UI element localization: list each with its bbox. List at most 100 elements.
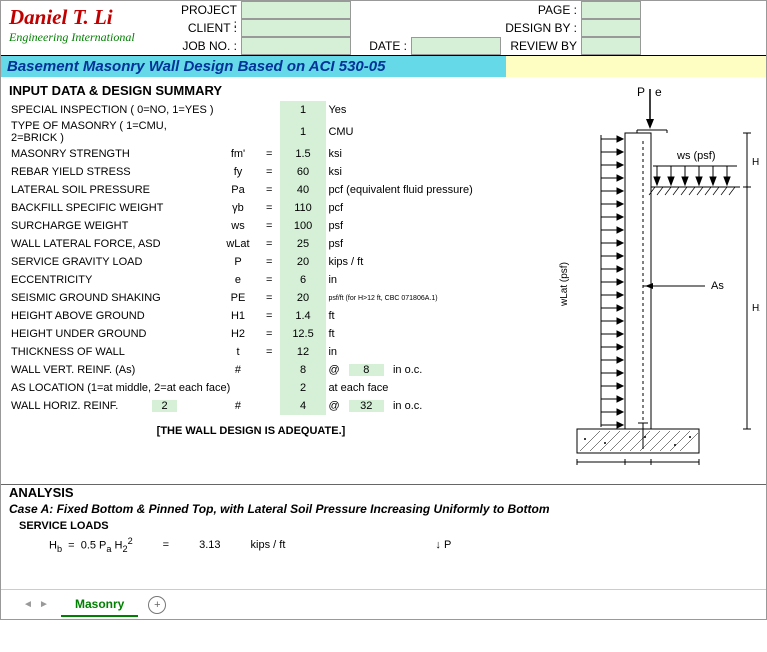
header-fields: PROJECT : PAGE : CLIENT : DESIGN BY : JO…	[171, 1, 766, 55]
tab-prev-icon[interactable]: ◄	[21, 599, 35, 610]
row-label: BACKFILL SPECIFIC WEIGHT	[9, 199, 217, 217]
row-label: SERVICE GRAVITY LOAD	[9, 253, 217, 271]
row-value[interactable]: 12	[280, 343, 327, 361]
row-value[interactable]: 100	[280, 217, 327, 235]
company-subtitle: Engineering International	[9, 30, 163, 45]
row-unit: psf	[326, 235, 493, 253]
adequacy-note: [THE WALL DESIGN IS ADEQUATE.]	[9, 425, 493, 437]
input-row: HEIGHT UNDER GROUNDH2=12.5ft	[9, 325, 493, 343]
date-label: DATE :	[351, 37, 411, 55]
designby-label: DESIGN BY :	[501, 19, 581, 37]
diagram-e-label: e	[655, 85, 662, 99]
row-value[interactable]: 40	[280, 181, 327, 199]
diagram-h2-label: H2	[752, 303, 760, 314]
row-label: REBAR YIELD STRESS	[9, 163, 217, 181]
input-row: TYPE OF MASONRY ( 1=CMU, 2=BRICK ) 1CMU	[9, 119, 493, 145]
company-name: Daniel T. Li	[9, 5, 163, 30]
row-unit: psf	[326, 217, 493, 235]
row-symbol: Pa	[217, 181, 259, 199]
row-value[interactable]: 1.4	[280, 307, 327, 325]
tab-next-icon[interactable]: ►	[37, 599, 51, 610]
diagram-p-label: P	[637, 85, 645, 99]
row-symbol	[217, 119, 259, 145]
input-row: THICKNESS OF WALLt=12in	[9, 343, 493, 361]
hb-row: Hb = 0.5 Pa H22 = 3.13 kips / ft ↓ P	[49, 536, 758, 554]
row-symbol: ws	[217, 217, 259, 235]
page-label: PAGE :	[501, 1, 581, 19]
diagram-ws-label: ws (psf)	[676, 150, 716, 162]
input-heading: INPUT DATA & DESIGN SUMMARY	[9, 83, 493, 98]
project-input[interactable]	[241, 1, 351, 19]
project-label: PROJECT :	[171, 1, 241, 19]
row-value[interactable]: 20	[280, 289, 327, 307]
hb-value: 3.13	[199, 539, 220, 551]
input-row: SEISMIC GROUND SHAKINGPE=20psf/ft (for H…	[9, 289, 493, 307]
row-symbol: fm'	[217, 145, 259, 163]
service-loads-heading: SERVICE LOADS	[19, 520, 758, 532]
row-as-location: AS LOCATION (1=at middle, 2=at each face…	[9, 379, 493, 397]
row-label: WALL LATERAL FORCE, ASD	[9, 235, 217, 253]
row-symbol	[217, 101, 259, 119]
jobno-input[interactable]	[241, 37, 351, 55]
row-unit: ft	[326, 325, 493, 343]
row-unit: in	[326, 271, 493, 289]
row-label: HEIGHT ABOVE GROUND	[9, 307, 217, 325]
analysis-heading: ANALYSIS	[9, 485, 758, 500]
input-row: LATERAL SOIL PRESSUREPa=40pcf (equivalen…	[9, 181, 493, 199]
title-bar: Basement Masonry Wall Design Based on AC…	[1, 56, 766, 77]
row-value[interactable]: 1.5	[280, 145, 327, 163]
input-row: REBAR YIELD STRESSfy=60ksi	[9, 163, 493, 181]
input-row: ECCENTRICITYe=6in	[9, 271, 493, 289]
row-value[interactable]: 60	[280, 163, 327, 181]
row-label: LATERAL SOIL PRESSURE	[9, 181, 217, 199]
row-label: MASONRY STRENGTH	[9, 145, 217, 163]
page-title: Basement Masonry Wall Design Based on AC…	[1, 56, 506, 77]
header: Daniel T. Li Engineering International P…	[1, 1, 766, 56]
row-unit: Yes	[326, 101, 493, 119]
tab-add-button[interactable]: +	[148, 596, 166, 614]
client-input[interactable]	[241, 19, 351, 37]
row-value[interactable]: 6	[280, 271, 327, 289]
date-input[interactable]	[411, 37, 501, 55]
row-symbol: P	[217, 253, 259, 271]
input-row: WALL LATERAL FORCE, ASDwLat=25psf	[9, 235, 493, 253]
row-value[interactable]: 110	[280, 199, 327, 217]
input-row: MASONRY STRENGTHfm'=1.5ksi	[9, 145, 493, 163]
page-input[interactable]	[581, 1, 641, 19]
row-unit: CMU	[326, 119, 493, 145]
row-label: SPECIAL INSPECTION ( 0=NO, 1=YES )	[9, 101, 217, 119]
title-right-pad	[506, 56, 766, 77]
input-row: BACKFILL SPECIFIC WEIGHTγb=110pcf	[9, 199, 493, 217]
row-symbol: H1	[217, 307, 259, 325]
row-value[interactable]: 25	[280, 235, 327, 253]
diagram-as-label: As	[711, 280, 724, 292]
row-value[interactable]: 1	[280, 101, 327, 119]
row-symbol: e	[217, 271, 259, 289]
row-label: THICKNESS OF WALL	[9, 343, 217, 361]
tab-masonry[interactable]: Masonry	[61, 593, 138, 617]
row-label: HEIGHT UNDER GROUND	[9, 325, 217, 343]
case-a-title: Case A: Fixed Bottom & Pinned Top, with …	[9, 502, 758, 516]
row-symbol: γb	[217, 199, 259, 217]
row-symbol: t	[217, 343, 259, 361]
reviewby-input[interactable]	[581, 37, 641, 55]
row-value[interactable]: 12.5	[280, 325, 327, 343]
designby-input[interactable]	[581, 19, 641, 37]
sheet-tabs: ◄ ► Masonry +	[1, 589, 766, 619]
row-symbol: H2	[217, 325, 259, 343]
row-unit: ft	[326, 307, 493, 325]
row-label: SURCHARGE WEIGHT	[9, 217, 217, 235]
reviewby-label: REVIEW BY :	[501, 37, 581, 55]
row-symbol: PE	[217, 289, 259, 307]
logo-block: Daniel T. Li Engineering International	[1, 1, 171, 55]
row-unit: psf/ft (for H>12 ft, CBC 071806A.1)	[326, 289, 493, 307]
row-value[interactable]: 1	[280, 119, 327, 145]
row-label: ECCENTRICITY	[9, 271, 217, 289]
row-unit: in	[326, 343, 493, 361]
worksheet: Daniel T. Li Engineering International P…	[0, 0, 767, 620]
row-label: TYPE OF MASONRY ( 1=CMU, 2=BRICK )	[9, 119, 217, 145]
wall-diagram: P e	[501, 77, 766, 478]
row-value[interactable]: 20	[280, 253, 327, 271]
row-horiz-reinf: WALL HORIZ. REINF. 2 # 4 @ 32 in o.c.	[9, 397, 493, 415]
analysis-section: ANALYSIS Case A: Fixed Bottom & Pinned T…	[1, 484, 766, 554]
